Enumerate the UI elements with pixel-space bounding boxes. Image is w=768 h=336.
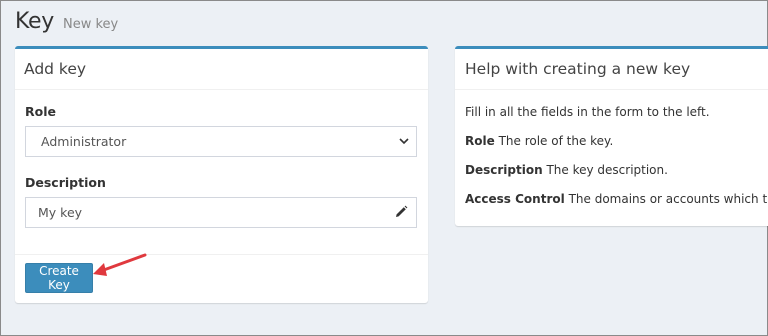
role-select-value: Administrator <box>41 134 127 149</box>
help-term: Access Control <box>465 192 565 206</box>
add-key-title: Add key <box>24 60 87 78</box>
help-panel: Help with creating a new key Fill in all… <box>455 46 768 226</box>
help-term: Description <box>465 163 543 177</box>
page-title: Key <box>15 9 54 34</box>
help-panel-header: Help with creating a new key <box>455 49 768 90</box>
role-select[interactable]: Administrator <box>25 126 417 157</box>
description-input-value: My key <box>38 205 83 220</box>
page-header: Key New key <box>15 9 118 34</box>
help-text: The role of the key. <box>498 134 614 148</box>
help-text: The key description. <box>546 163 668 177</box>
chevron-down-icon <box>399 138 409 145</box>
help-title: Help with creating a new key <box>465 60 691 78</box>
help-intro: Fill in all the fields in the form to th… <box>465 105 710 119</box>
help-text: The domains or accounts which the ke <box>568 192 768 206</box>
help-term: Role <box>465 134 495 148</box>
description-input[interactable]: My key <box>25 197 417 228</box>
page-subtitle: New key <box>63 17 119 32</box>
add-key-footer <box>15 254 428 256</box>
role-label: Role <box>25 104 56 119</box>
help-item-access-control: Access Control The domains or accounts w… <box>465 192 768 206</box>
annotation-arrow <box>93 253 147 276</box>
help-item-role: Role The role of the key. <box>465 134 613 148</box>
add-key-panel-header: Add key <box>15 49 428 90</box>
pencil-icon <box>396 205 408 217</box>
help-item-description: Description The key description. <box>465 163 668 177</box>
add-key-panel: Add key Role Administrator Description M… <box>15 46 428 303</box>
description-label: Description <box>25 175 106 190</box>
create-key-button[interactable]: Create Key <box>25 263 93 293</box>
